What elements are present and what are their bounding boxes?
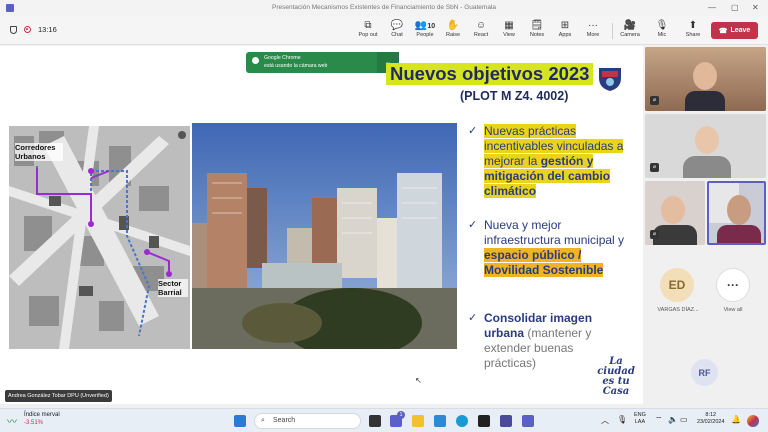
participant-face — [693, 62, 717, 90]
participant-face — [661, 196, 685, 224]
participant-video-3[interactable]: ⌀ — [645, 181, 705, 245]
participant-video-1[interactable]: ⌀ — [645, 47, 766, 111]
window-title-bar: Presentación Mecanismos Existentes de Fi… — [0, 0, 768, 16]
camera-button[interactable]: 🎥 Camera — [615, 19, 645, 43]
teams-icon[interactable] — [522, 415, 534, 427]
toolbar-divider — [612, 23, 613, 39]
minimize-icon[interactable]: — — [708, 3, 716, 12]
meeting-toolbar: 13:16 ⧉ Pop out 💬 Chat 👥10 People ✋ Raise ☺ R… — [0, 16, 768, 45]
more-icon: ··· — [727, 278, 739, 292]
view-button[interactable]: ▦ View — [494, 19, 524, 43]
mic-off-icon: ⌀ — [650, 96, 659, 105]
speaker-name-label: Andrea González Tobar DPU (Unverified) — [5, 390, 112, 402]
notification-badge: 1 — [397, 411, 405, 419]
chevron-up-icon[interactable]: ︿ — [601, 415, 609, 426]
apps-button[interactable]: ⊞ Apps — [550, 19, 580, 43]
copilot-icon[interactable] — [747, 415, 759, 427]
view-all-button[interactable]: ··· — [716, 268, 750, 302]
notes-icon: 🗒 — [530, 20, 544, 31]
mouse-cursor-icon: ↖ — [415, 376, 422, 385]
hand-icon: ✋ — [446, 20, 460, 31]
leave-button[interactable]: ☎ Leave — [711, 22, 758, 39]
slide-title: Nuevos objetivos 2023 — [386, 63, 594, 85]
more-icon: ··· — [588, 20, 598, 31]
shield-icon — [10, 25, 17, 34]
react-button[interactable]: ☺ React — [466, 19, 496, 43]
participant-face — [727, 195, 751, 225]
windows-taskbar: 〰 Índice merval -3.51% ⌕ Search 1 ︿ 🎙 EN… — [0, 408, 768, 432]
file-explorer-icon[interactable] — [412, 415, 424, 427]
more-button[interactable]: ··· More — [578, 19, 608, 43]
battery-icon[interactable]: ▭ — [680, 415, 688, 424]
notes-button[interactable]: 🗒 Notes — [522, 19, 552, 43]
people-icon: 👥10 — [414, 20, 436, 31]
smiley-icon: ☺ — [475, 20, 487, 31]
participant-video-2[interactable]: ⌀ — [645, 114, 766, 178]
meeting-status: 13:16 — [10, 25, 57, 34]
people-button[interactable]: 👥10 People — [410, 19, 440, 43]
search-icon: ⌕ — [261, 417, 265, 424]
outlook-icon[interactable] — [434, 415, 446, 427]
phone-icon: ☎ — [718, 27, 728, 35]
camera-notification[interactable]: Google Chrome está usando la cámara web … — [246, 52, 399, 73]
app-icon-2[interactable] — [500, 415, 512, 427]
chat-button[interactable]: 💬 Chat — [382, 19, 412, 43]
edge-icon[interactable] — [456, 415, 468, 427]
mic-off-icon: ⌀ — [650, 230, 659, 239]
bell-icon[interactable]: 🔔 — [731, 415, 741, 424]
grid-icon: ▦ — [504, 20, 514, 31]
camera-icon: 🎥 — [623, 20, 637, 31]
mic-off-icon: ⌀ — [650, 163, 659, 172]
check-icon: ✓ — [468, 219, 478, 231]
mic-off-icon: 🎙 — [655, 20, 669, 31]
bullet-2: ✓ Nueva y mejor infraestructura municipa… — [468, 218, 625, 277]
window-title: Presentación Mecanismos Existentes de Fi… — [272, 4, 496, 11]
chrome-icon — [252, 57, 259, 64]
plus-icon: ⊞ — [560, 20, 570, 31]
chat-icon: 💬 — [390, 20, 404, 31]
map-label-sector: Sector Barrial — [158, 279, 188, 297]
participant-face — [695, 126, 719, 154]
slide-subtitle: (PLOT M Z4. 4002) — [460, 89, 569, 103]
municipal-logo — [599, 68, 621, 91]
widget-title[interactable]: Índice merval — [24, 412, 60, 418]
mic-button[interactable]: 🎙 Mic — [647, 19, 677, 43]
raise-hand-button[interactable]: ✋ Raise — [438, 19, 468, 43]
bullet-1: ✓ Nuevas prácticas incentivables vincula… — [468, 124, 624, 198]
stock-chart-icon: 〰 — [7, 417, 17, 428]
recording-icon — [24, 26, 31, 33]
taskbar-search[interactable]: ⌕ Search — [254, 413, 361, 429]
participant-name-ed: VARGAS DÍAZ... — [657, 307, 699, 313]
volume-icon[interactable]: 🔈 — [668, 415, 678, 424]
pop-out-icon: ⧉ — [364, 20, 372, 31]
city-slogan-logo: La ciudad es tu Casa — [597, 356, 635, 397]
mic-icon[interactable]: 🎙 — [617, 415, 627, 424]
app-icon[interactable] — [478, 415, 490, 427]
view-all-label: View all — [723, 307, 743, 313]
urban-map: Corredores Urbanos Sector Barrial — [9, 126, 190, 349]
widget-value: -3.51% — [24, 420, 44, 426]
windows-start-icon[interactable] — [234, 415, 246, 427]
clock[interactable]: 8:12 23/02/2024 — [697, 412, 725, 426]
task-view-icon[interactable] — [369, 415, 381, 427]
share-button[interactable]: ⬆ Share — [678, 19, 708, 43]
city-photo — [192, 123, 457, 349]
map-label-corredores: Corredores Urbanos — [15, 143, 63, 161]
check-icon: ✓ — [468, 125, 478, 137]
participant-video-4[interactable] — [707, 181, 766, 245]
wifi-icon[interactable]: ⌔ — [655, 415, 663, 425]
meeting-timer: 13:16 — [38, 25, 57, 34]
check-icon: ✓ — [468, 312, 478, 324]
close-icon[interactable]: ✕ — [752, 3, 759, 12]
participant-avatar-ed[interactable]: ED — [660, 268, 694, 302]
language-indicator[interactable]: ENG LAA — [634, 412, 646, 426]
participant-avatar-rf[interactable]: RF — [691, 359, 718, 386]
share-icon: ⬆ — [688, 20, 698, 31]
maximize-icon[interactable]: ▢ — [731, 3, 739, 12]
pop-out-button[interactable]: ⧉ Pop out — [353, 19, 383, 43]
